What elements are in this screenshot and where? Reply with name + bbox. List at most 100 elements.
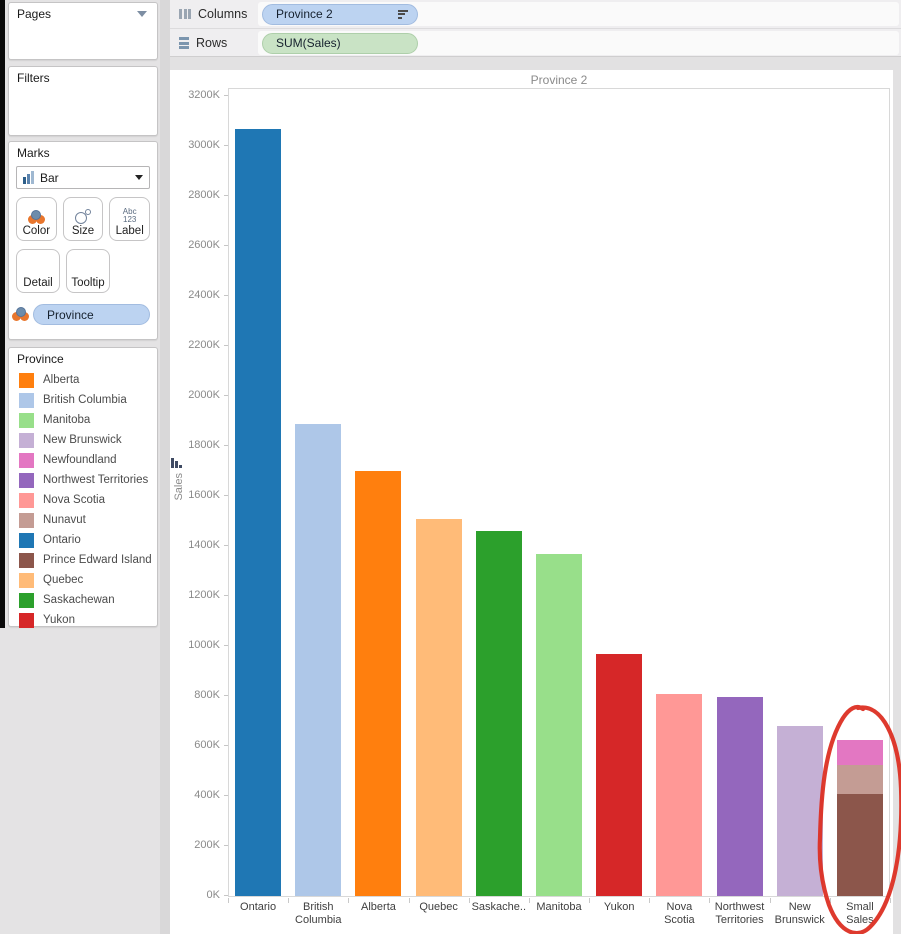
y-axis-tick	[224, 645, 228, 646]
chart-title: Province 2	[530, 73, 588, 87]
legend-swatch	[19, 452, 34, 468]
bar-northwest-territories[interactable]	[716, 697, 763, 896]
columns-field[interactable]: Province 2	[258, 2, 899, 26]
label-button[interactable]: Abc 123 Label	[109, 197, 151, 241]
filters-shelf-title: Filters	[17, 71, 50, 85]
size-button[interactable]: Size	[62, 197, 104, 241]
pages-dropdown-icon[interactable]	[137, 11, 147, 17]
x-axis-tick	[528, 898, 530, 903]
legend-item[interactable]: Ontario	[11, 530, 157, 550]
y-axis-tick-label: 2000K	[188, 388, 220, 401]
legend-item[interactable]: Quebec	[11, 570, 157, 590]
legend-item[interactable]: Newfoundland	[11, 450, 157, 470]
legend-item[interactable]: Alberta	[11, 370, 157, 390]
color-icon	[12, 307, 29, 321]
legend-title: Province	[17, 352, 64, 366]
legend-swatch	[19, 552, 34, 568]
x-axis-label: Quebec	[419, 901, 458, 913]
bar-ontario[interactable]	[235, 128, 282, 896]
y-axis-tick-label: 800K	[194, 688, 220, 701]
sidebar-divider[interactable]	[160, 0, 170, 934]
legend-swatch	[19, 572, 34, 588]
legend-item-label: Ontario	[43, 534, 81, 546]
y-axis-tick	[224, 245, 228, 246]
bar-alberta[interactable]	[355, 471, 402, 896]
rows-icon	[179, 37, 189, 49]
province2-pill[interactable]: Province 2	[262, 3, 418, 25]
abc123-icon: Abc 123	[122, 207, 137, 224]
tooltip-button-label: Tooltip	[71, 277, 105, 289]
legend-swatch	[19, 412, 34, 428]
bar-british-columbia[interactable]	[295, 423, 342, 896]
rows-shelf[interactable]: Rows SUM(Sales)	[170, 29, 901, 57]
legend-swatch	[19, 432, 34, 448]
legend-item[interactable]: Manitoba	[11, 410, 157, 430]
x-axis-label: Nova Scotia	[664, 901, 695, 926]
bar-saskachewan[interactable]	[475, 531, 522, 896]
y-axis-tick-label: 3200K	[188, 88, 220, 101]
pages-shelf-title: Pages	[17, 7, 52, 21]
size-icon	[75, 209, 91, 224]
legend-item-label: Alberta	[43, 374, 80, 386]
province-marks-pill[interactable]: Province	[33, 304, 150, 325]
columns-shelf[interactable]: Columns Province 2	[170, 0, 901, 29]
legend-swatch	[19, 532, 34, 548]
legend-item[interactable]: Nunavut	[11, 510, 157, 530]
sum-sales-pill[interactable]: SUM(Sales)	[262, 32, 418, 54]
y-axis-tick-label: 1000K	[188, 638, 220, 651]
legend-item[interactable]: Yukon	[11, 610, 157, 630]
y-axis-tick	[224, 845, 228, 846]
bar-segment-newfoundland[interactable]	[836, 739, 883, 765]
x-axis-label: New Brunswick	[774, 901, 825, 926]
bar-segment-nunavut[interactable]	[836, 764, 883, 794]
sort-descending-icon[interactable]	[398, 9, 408, 20]
bar-quebec[interactable]	[415, 518, 462, 896]
x-axis-label: Saskache..	[471, 901, 527, 913]
legend-swatch	[19, 512, 34, 528]
bar-new-brunswick[interactable]	[776, 726, 823, 896]
legend-item[interactable]: Prince Edward Island	[11, 550, 157, 570]
province2-pill-label: Province 2	[276, 7, 333, 21]
x-axis-tick	[709, 898, 711, 903]
y-axis-tick-label: 0K	[206, 888, 220, 901]
y-axis-tick	[224, 695, 228, 696]
legend-item-label: Saskachewan	[43, 594, 115, 606]
y-axis-tick	[224, 395, 228, 396]
worksheet-view: Province 2 Sales 0K 200K 400K 600K 800K 1000K…	[170, 70, 893, 934]
legend-item-label: Northwest Territories	[43, 474, 149, 486]
color-button-label: Color	[22, 225, 51, 237]
size-button-label: Size	[71, 225, 95, 237]
legend-item[interactable]: Nova Scotia	[11, 490, 157, 510]
worksheet-gap	[170, 57, 901, 70]
y-axis-tick	[224, 745, 228, 746]
x-axis-label: Small Sales	[846, 901, 874, 926]
bar-nova-scotia[interactable]	[656, 693, 703, 896]
y-axis-tick-label: 2800K	[188, 188, 220, 201]
legend-item[interactable]: New Brunswick	[11, 430, 157, 450]
y-axis-tick	[224, 495, 228, 496]
bar-small-sales[interactable]	[836, 739, 883, 896]
color-button[interactable]: Color	[16, 197, 57, 241]
rows-field[interactable]: SUM(Sales)	[258, 31, 899, 55]
rows-shelf-label: Rows	[196, 36, 228, 50]
legend-item-label: New Brunswick	[43, 434, 122, 446]
x-axis-tick	[769, 898, 771, 903]
detail-button[interactable]: Detail	[16, 249, 60, 293]
x-axis-label: British Columbia	[295, 901, 342, 926]
x-axis-tick	[468, 898, 470, 903]
x-axis-tick	[589, 898, 591, 903]
y-axis-tick	[224, 195, 228, 196]
label-button-label: Label	[115, 225, 144, 237]
bar-manitoba[interactable]	[536, 553, 582, 896]
axis-sort-icon[interactable]	[171, 458, 182, 468]
mark-type-dropdown[interactable]: Bar	[16, 166, 150, 189]
legend-swatch	[19, 392, 34, 408]
legend-item[interactable]: Saskachewan	[11, 590, 157, 610]
y-axis-tick-label: 1400K	[188, 538, 220, 551]
legend-item[interactable]: British Columbia	[11, 390, 157, 410]
bar-yukon[interactable]	[596, 653, 643, 896]
tooltip-button[interactable]: Tooltip	[66, 249, 110, 293]
color-legend-card: Province Alberta British Columbia Manitoba…	[8, 347, 158, 630]
legend-item[interactable]: Northwest Territories	[11, 470, 157, 490]
bar-segment-prince-edward-island[interactable]	[836, 793, 883, 896]
